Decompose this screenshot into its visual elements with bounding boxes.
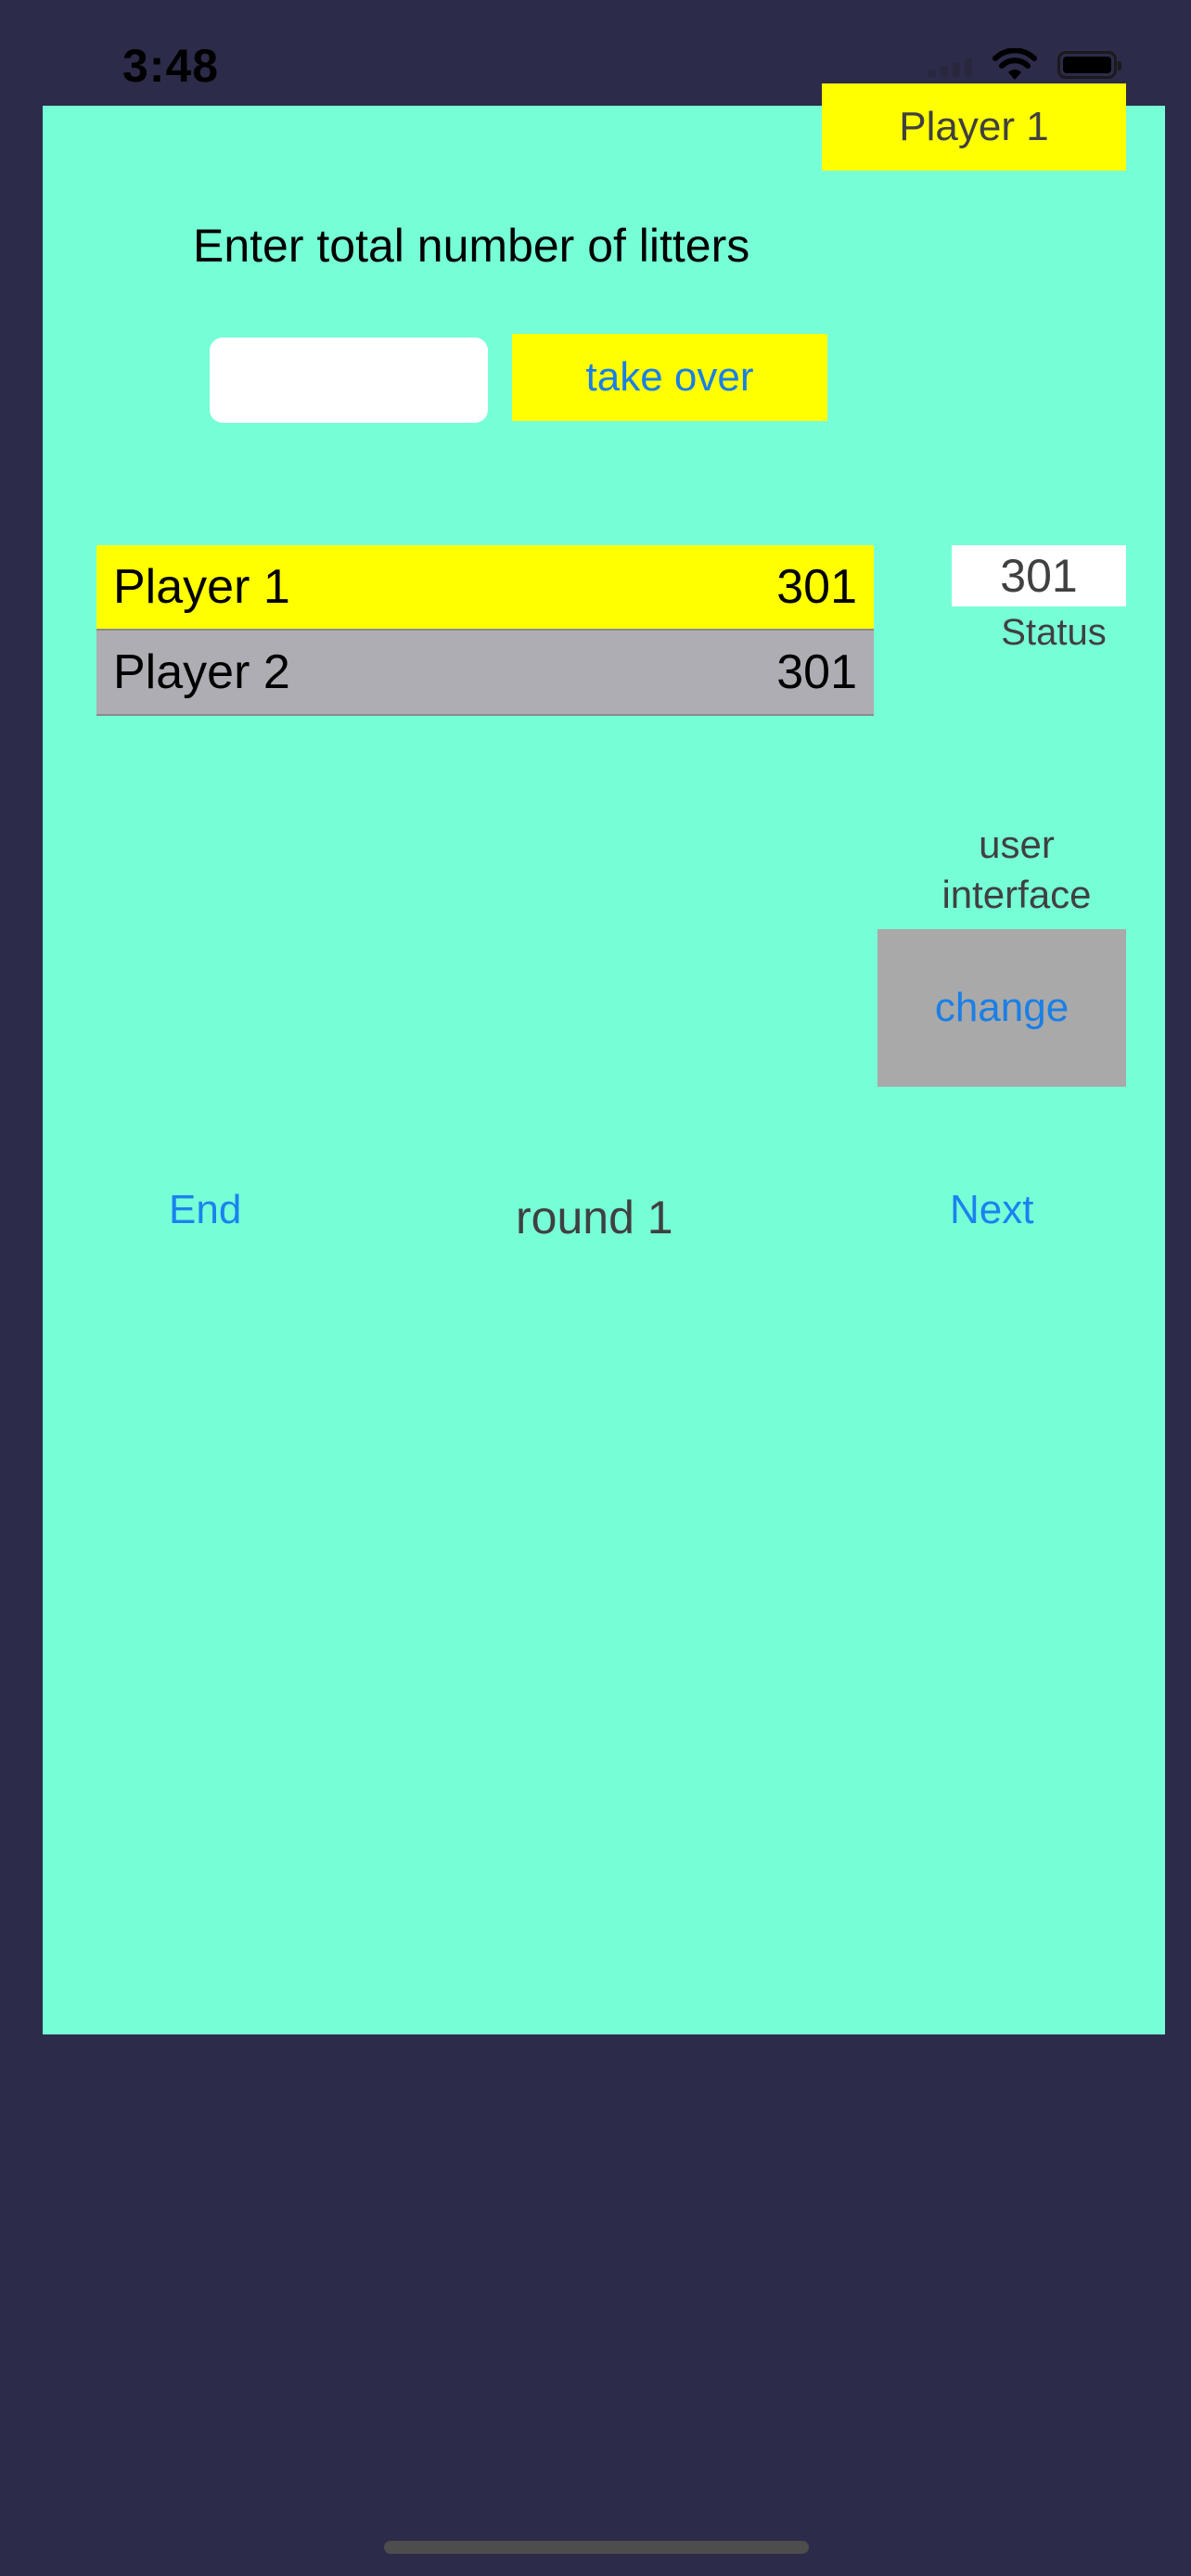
- status-bar-time: 3:48: [122, 40, 220, 92]
- player-name: Player 2: [113, 645, 290, 699]
- player-score: 301: [776, 560, 857, 614]
- wifi-icon: [992, 48, 1037, 80]
- battery-icon: [1057, 51, 1121, 79]
- change-interface-button[interactable]: change: [877, 929, 1126, 1087]
- player-row-2[interactable]: Player 2 301: [96, 631, 874, 716]
- next-button[interactable]: Next: [950, 1187, 1033, 1233]
- home-indicator[interactable]: [384, 2541, 809, 2554]
- player-row-1[interactable]: Player 1 301: [96, 545, 874, 631]
- player-name: Player 1: [113, 560, 290, 614]
- game-panel: Player 1 Enter total number of litters t…: [43, 83, 1165, 2034]
- status-label: Status: [1001, 612, 1107, 653]
- score-table: Player 1 301 Player 2 301: [96, 545, 874, 716]
- round-label: round 1: [516, 1192, 673, 1243]
- cellular-signal-icon: [928, 53, 972, 77]
- status-bar-icons: [928, 48, 1121, 82]
- total-input[interactable]: [210, 338, 488, 423]
- end-button[interactable]: End: [169, 1187, 241, 1233]
- player-score: 301: [776, 645, 857, 699]
- user-interface-label: user interface: [941, 823, 1092, 916]
- current-player-badge: Player 1: [822, 83, 1126, 171]
- entry-prompt: Enter total number of litters: [193, 220, 750, 272]
- take-over-button[interactable]: take over: [512, 334, 827, 421]
- status-value: 301: [952, 545, 1126, 606]
